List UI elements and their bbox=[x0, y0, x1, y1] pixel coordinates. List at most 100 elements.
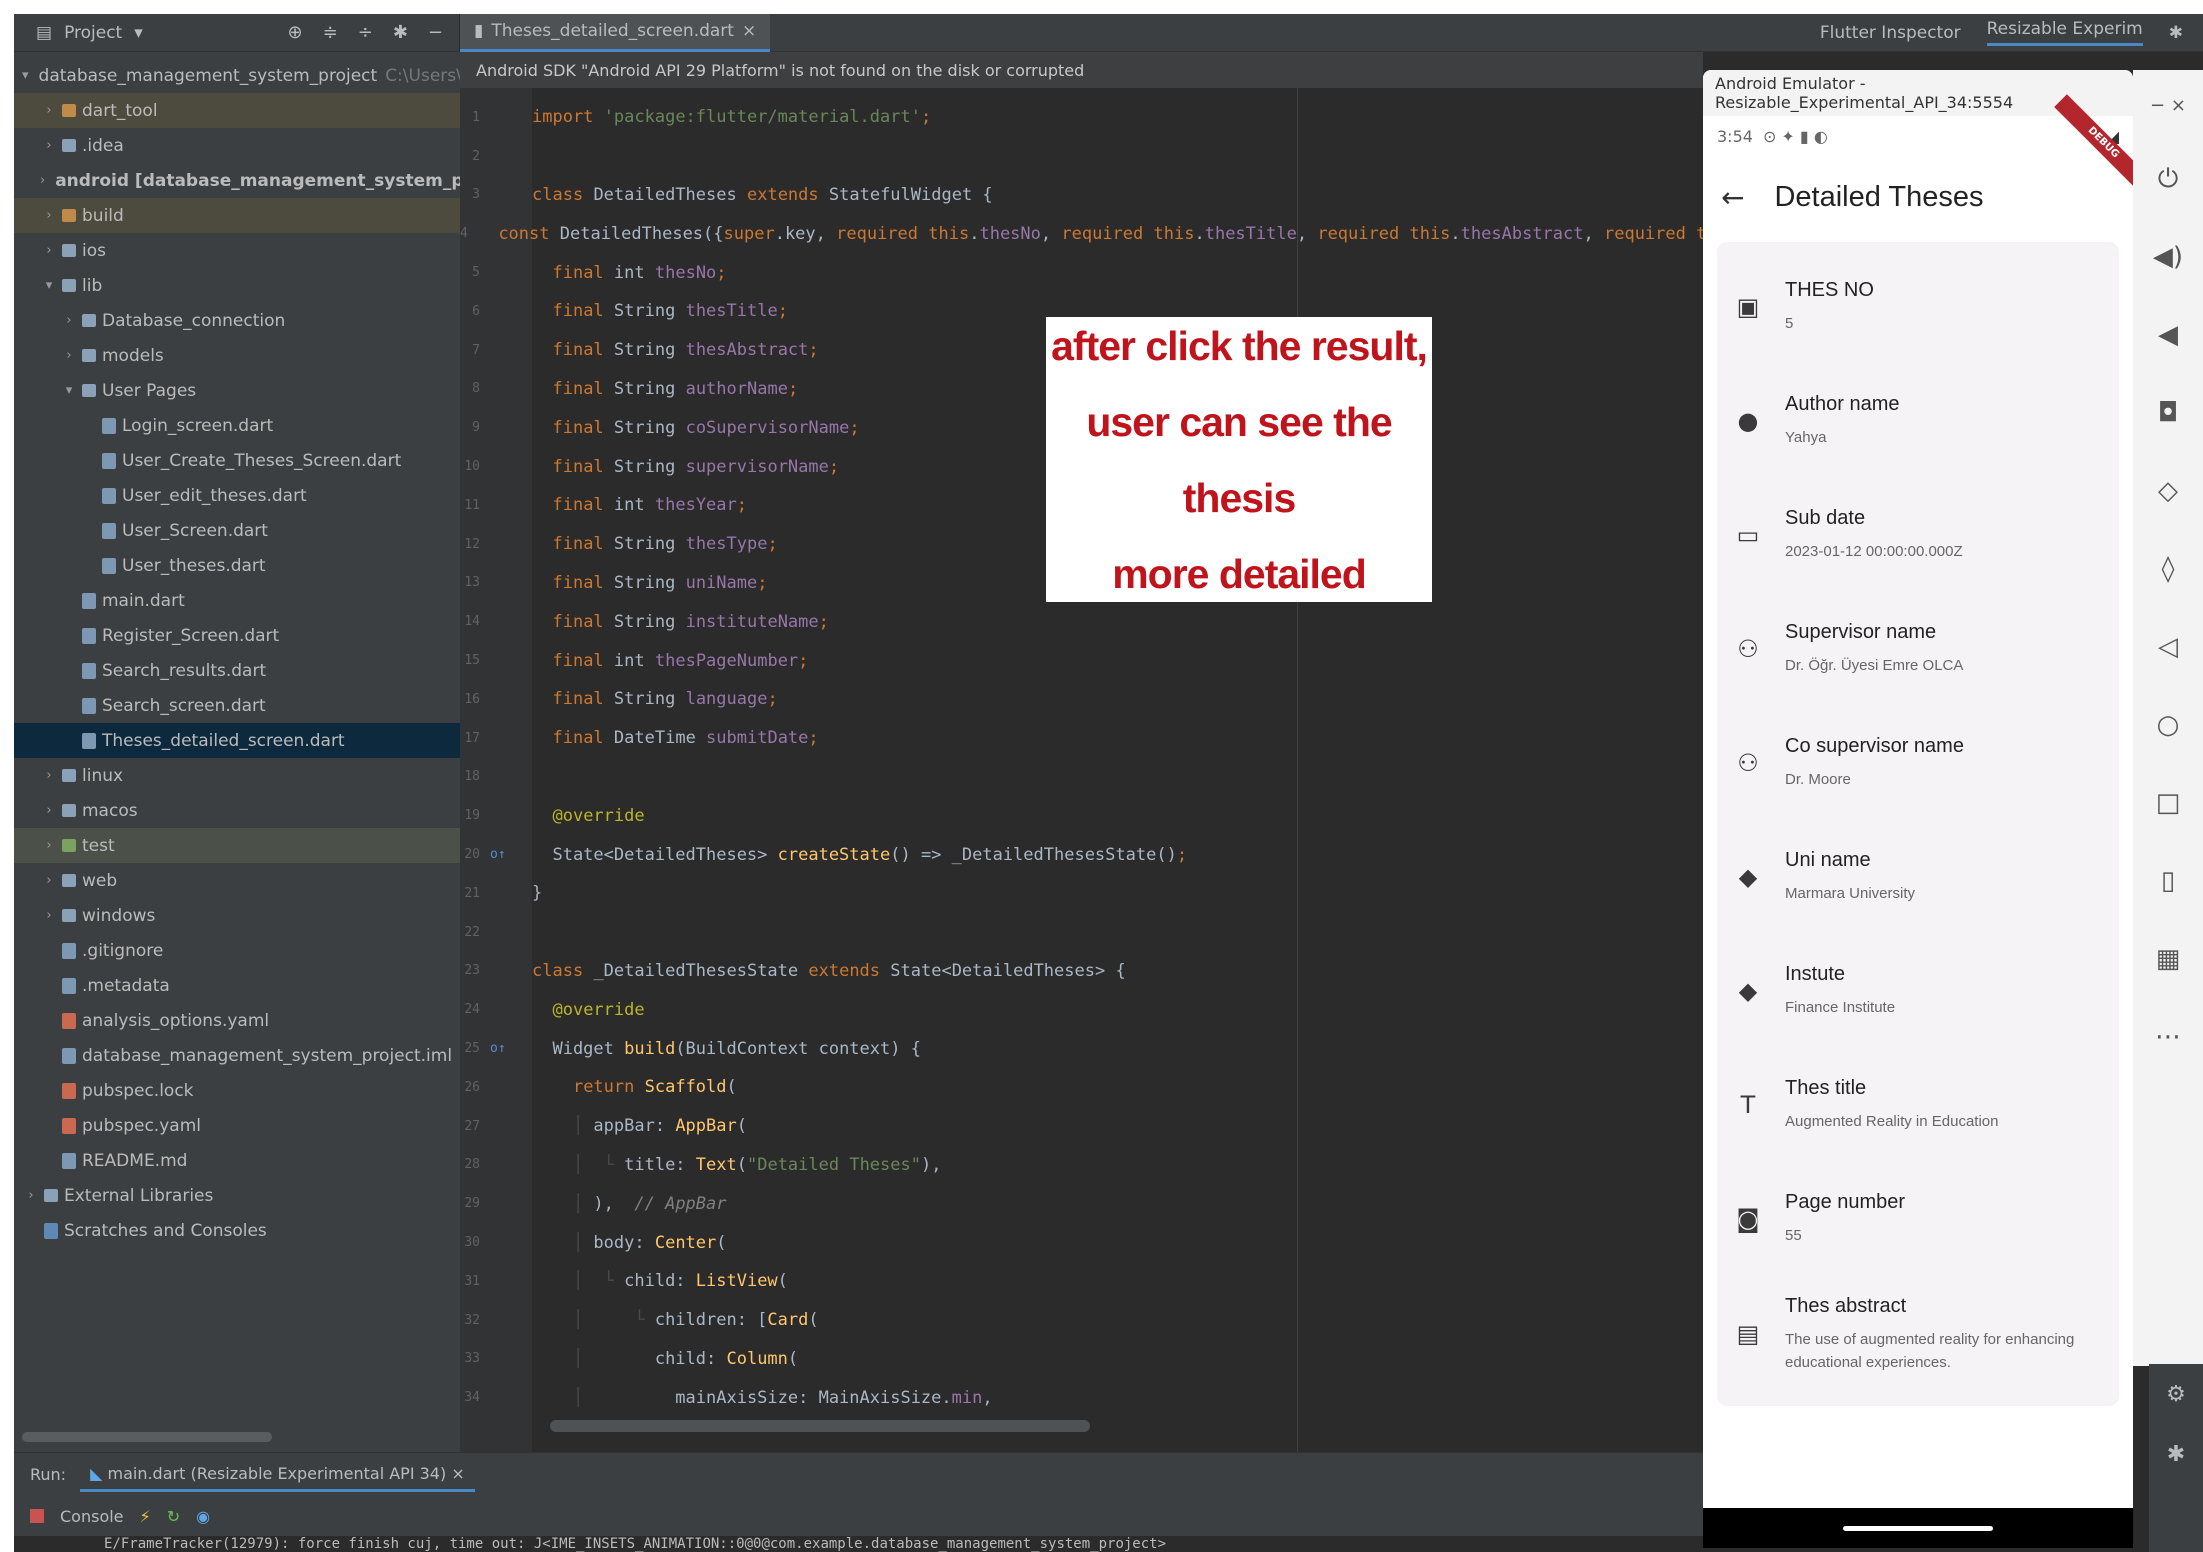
tree-item[interactable]: › Database_connection bbox=[14, 303, 460, 338]
tree-item[interactable]: › External Libraries bbox=[14, 1178, 460, 1213]
chevron-right-icon[interactable]: › bbox=[40, 768, 58, 783]
tree-item[interactable]: .gitignore bbox=[14, 933, 460, 968]
running-device-tab[interactable]: Resizable Experim bbox=[1986, 19, 2143, 46]
tree-root[interactable]: ▾ database_management_system_project C:\… bbox=[14, 58, 460, 93]
tree-item[interactable]: › .idea bbox=[14, 128, 460, 163]
tree-item[interactable]: README.md bbox=[14, 1143, 460, 1178]
back-arrow-icon[interactable]: ← bbox=[1721, 181, 1744, 214]
close-icon[interactable]: × bbox=[742, 21, 756, 41]
settings-icon[interactable]: ⚙ bbox=[2149, 1364, 2203, 1424]
list-item[interactable]: ● Author name Yahya bbox=[1717, 364, 2119, 478]
tree-item[interactable]: Register_Screen.dart bbox=[14, 618, 460, 653]
console-tab[interactable]: Console bbox=[60, 1507, 124, 1526]
tree-item[interactable]: pubspec.lock bbox=[14, 1073, 460, 1108]
tree-item[interactable]: User_Create_Theses_Screen.dart bbox=[14, 443, 460, 478]
more-icon[interactable]: ⋯ bbox=[2133, 998, 2203, 1076]
minimize-icon[interactable]: − bbox=[428, 22, 443, 43]
tree-item[interactable]: › android [database_management_system_pro… bbox=[14, 163, 460, 198]
list-item[interactable]: ▣ THES NO 5 bbox=[1717, 250, 2119, 364]
chevron-right-icon[interactable]: › bbox=[40, 103, 58, 118]
list-item[interactable]: ⚇ Supervisor name Dr. Öğr. Üyesi Emre OLC… bbox=[1717, 592, 2119, 706]
tree-item[interactable]: pubspec.yaml bbox=[14, 1108, 460, 1143]
tree-item-selected[interactable]: Theses_detailed_screen.dart bbox=[14, 723, 460, 758]
chevron-down-icon[interactable]: ▾ bbox=[134, 23, 143, 43]
flutter-inspector-tab[interactable]: Flutter Inspector bbox=[1820, 23, 1961, 43]
camera-icon[interactable]: ◘ bbox=[2133, 374, 2203, 452]
tree-item[interactable]: Scratches and Consoles bbox=[14, 1213, 460, 1248]
tree-item[interactable]: .metadata bbox=[14, 968, 460, 1003]
tree-item[interactable]: ▾ lib bbox=[14, 268, 460, 303]
tree-item[interactable]: Search_screen.dart bbox=[14, 688, 460, 723]
hot-restart-icon[interactable]: ↻ bbox=[167, 1507, 180, 1526]
tree-item[interactable]: ▾ User Pages bbox=[14, 373, 460, 408]
list-item[interactable]: T Thes title Augmented Reality in Educati… bbox=[1717, 1048, 2119, 1162]
tree-item[interactable]: main.dart bbox=[14, 583, 460, 618]
chevron-right-icon[interactable]: › bbox=[40, 838, 58, 853]
list-item[interactable]: ▤ Thes abstract The use of augmented real… bbox=[1717, 1276, 2119, 1392]
tree-item[interactable]: › test bbox=[14, 828, 460, 863]
chevron-right-icon[interactable]: › bbox=[40, 138, 58, 153]
list-item[interactable]: ⚇ Co supervisor name Dr. Moore bbox=[1717, 706, 2119, 820]
tree-item[interactable]: Search_results.dart bbox=[14, 653, 460, 688]
stop-icon[interactable] bbox=[30, 1509, 44, 1523]
tree-item[interactable]: › windows bbox=[14, 898, 460, 933]
list-item[interactable]: ◆ Instute Finance Institute bbox=[1717, 934, 2119, 1048]
back-icon[interactable]: ◁ bbox=[2133, 608, 2203, 686]
hot-reload-icon[interactable]: ⚡ bbox=[140, 1507, 151, 1526]
tree-item[interactable]: › linux bbox=[14, 758, 460, 793]
tree-item[interactable]: › macos bbox=[14, 793, 460, 828]
code-editor[interactable]: Android SDK "Android API 29 Platform" is… bbox=[460, 52, 1703, 1488]
gear-icon[interactable]: ✱ bbox=[393, 22, 408, 43]
home-gesture-pill[interactable] bbox=[1843, 1525, 1993, 1531]
window-controls-icon[interactable]: − × bbox=[2133, 70, 2203, 140]
overview-icon[interactable]: □ bbox=[2133, 764, 2203, 842]
chevron-right-icon[interactable]: › bbox=[40, 173, 45, 188]
chevron-right-icon[interactable]: › bbox=[40, 208, 58, 223]
chevron-right-icon[interactable]: › bbox=[60, 313, 78, 328]
collapse-all-icon[interactable]: ÷ bbox=[358, 22, 373, 43]
gear-icon[interactable]: ✱ bbox=[2149, 1424, 2203, 1484]
chevron-right-icon[interactable]: › bbox=[22, 1188, 40, 1203]
target-icon[interactable]: ⊕ bbox=[288, 22, 303, 43]
tree-item[interactable]: User_edit_theses.dart bbox=[14, 478, 460, 513]
tree-item[interactable]: › ios bbox=[14, 233, 460, 268]
fold-icon[interactable]: ▯ bbox=[2133, 842, 2203, 920]
devtools-icon[interactable]: ◉ bbox=[196, 1507, 210, 1526]
project-panel-header[interactable]: ▤ Project ▾ ⊕ ≑ ÷ ✱ − bbox=[14, 14, 460, 52]
editor-tab-theses-detailed[interactable]: ▮ Theses_detailed_screen.dart × bbox=[460, 14, 771, 52]
home-icon[interactable]: ○ bbox=[2133, 686, 2203, 764]
tree-scrollbar[interactable] bbox=[22, 1432, 272, 1442]
volume-down-icon[interactable]: ◀ bbox=[2133, 296, 2203, 374]
chevron-right-icon[interactable]: › bbox=[60, 348, 78, 363]
tree-item[interactable]: › models bbox=[14, 338, 460, 373]
rotate-right-icon[interactable]: ◊ bbox=[2133, 530, 2203, 608]
run-config-tab[interactable]: ◣ main.dart (Resizable Experimental API … bbox=[80, 1458, 475, 1492]
tree-item[interactable]: › build bbox=[14, 198, 460, 233]
tree-item[interactable]: database_management_system_project.iml bbox=[14, 1038, 460, 1073]
tree-item[interactable]: User_Screen.dart bbox=[14, 513, 460, 548]
power-icon[interactable]: ⏻ bbox=[2133, 140, 2203, 218]
chevron-down-icon[interactable]: ▾ bbox=[40, 278, 58, 293]
close-icon[interactable]: × bbox=[451, 1464, 464, 1483]
volume-up-icon[interactable]: ◀) bbox=[2133, 218, 2203, 296]
gear-icon[interactable]: ✱ bbox=[2169, 23, 2183, 43]
list-item[interactable]: ◆ Uni name Marmara University bbox=[1717, 820, 2119, 934]
tree-item[interactable]: › dart_tool bbox=[14, 93, 460, 128]
rotate-left-icon[interactable]: ◇ bbox=[2133, 452, 2203, 530]
tree-item[interactable]: User_theses.dart bbox=[14, 548, 460, 583]
project-dropdown-label[interactable]: Project bbox=[64, 23, 122, 43]
chevron-right-icon[interactable]: › bbox=[40, 908, 58, 923]
expand-all-icon[interactable]: ≑ bbox=[323, 22, 338, 43]
list-item[interactable]: ▭ Sub date 2023-01-12 00:00:00.000Z bbox=[1717, 478, 2119, 592]
tree-item[interactable]: › web bbox=[14, 863, 460, 898]
tree-item[interactable]: Login_screen.dart bbox=[14, 408, 460, 443]
tree-item[interactable]: analysis_options.yaml bbox=[14, 1003, 460, 1038]
chevron-down-icon[interactable]: ▾ bbox=[60, 383, 78, 398]
chevron-right-icon[interactable]: › bbox=[40, 803, 58, 818]
chevron-down-icon[interactable]: ▾ bbox=[22, 68, 29, 83]
chevron-right-icon[interactable]: › bbox=[40, 243, 58, 258]
editor-horizontal-scrollbar[interactable] bbox=[550, 1420, 1090, 1432]
chevron-right-icon[interactable]: › bbox=[40, 873, 58, 888]
list-item[interactable]: ◙ Page number 55 bbox=[1717, 1162, 2119, 1276]
display-mode-icon[interactable]: ▦ bbox=[2133, 920, 2203, 998]
